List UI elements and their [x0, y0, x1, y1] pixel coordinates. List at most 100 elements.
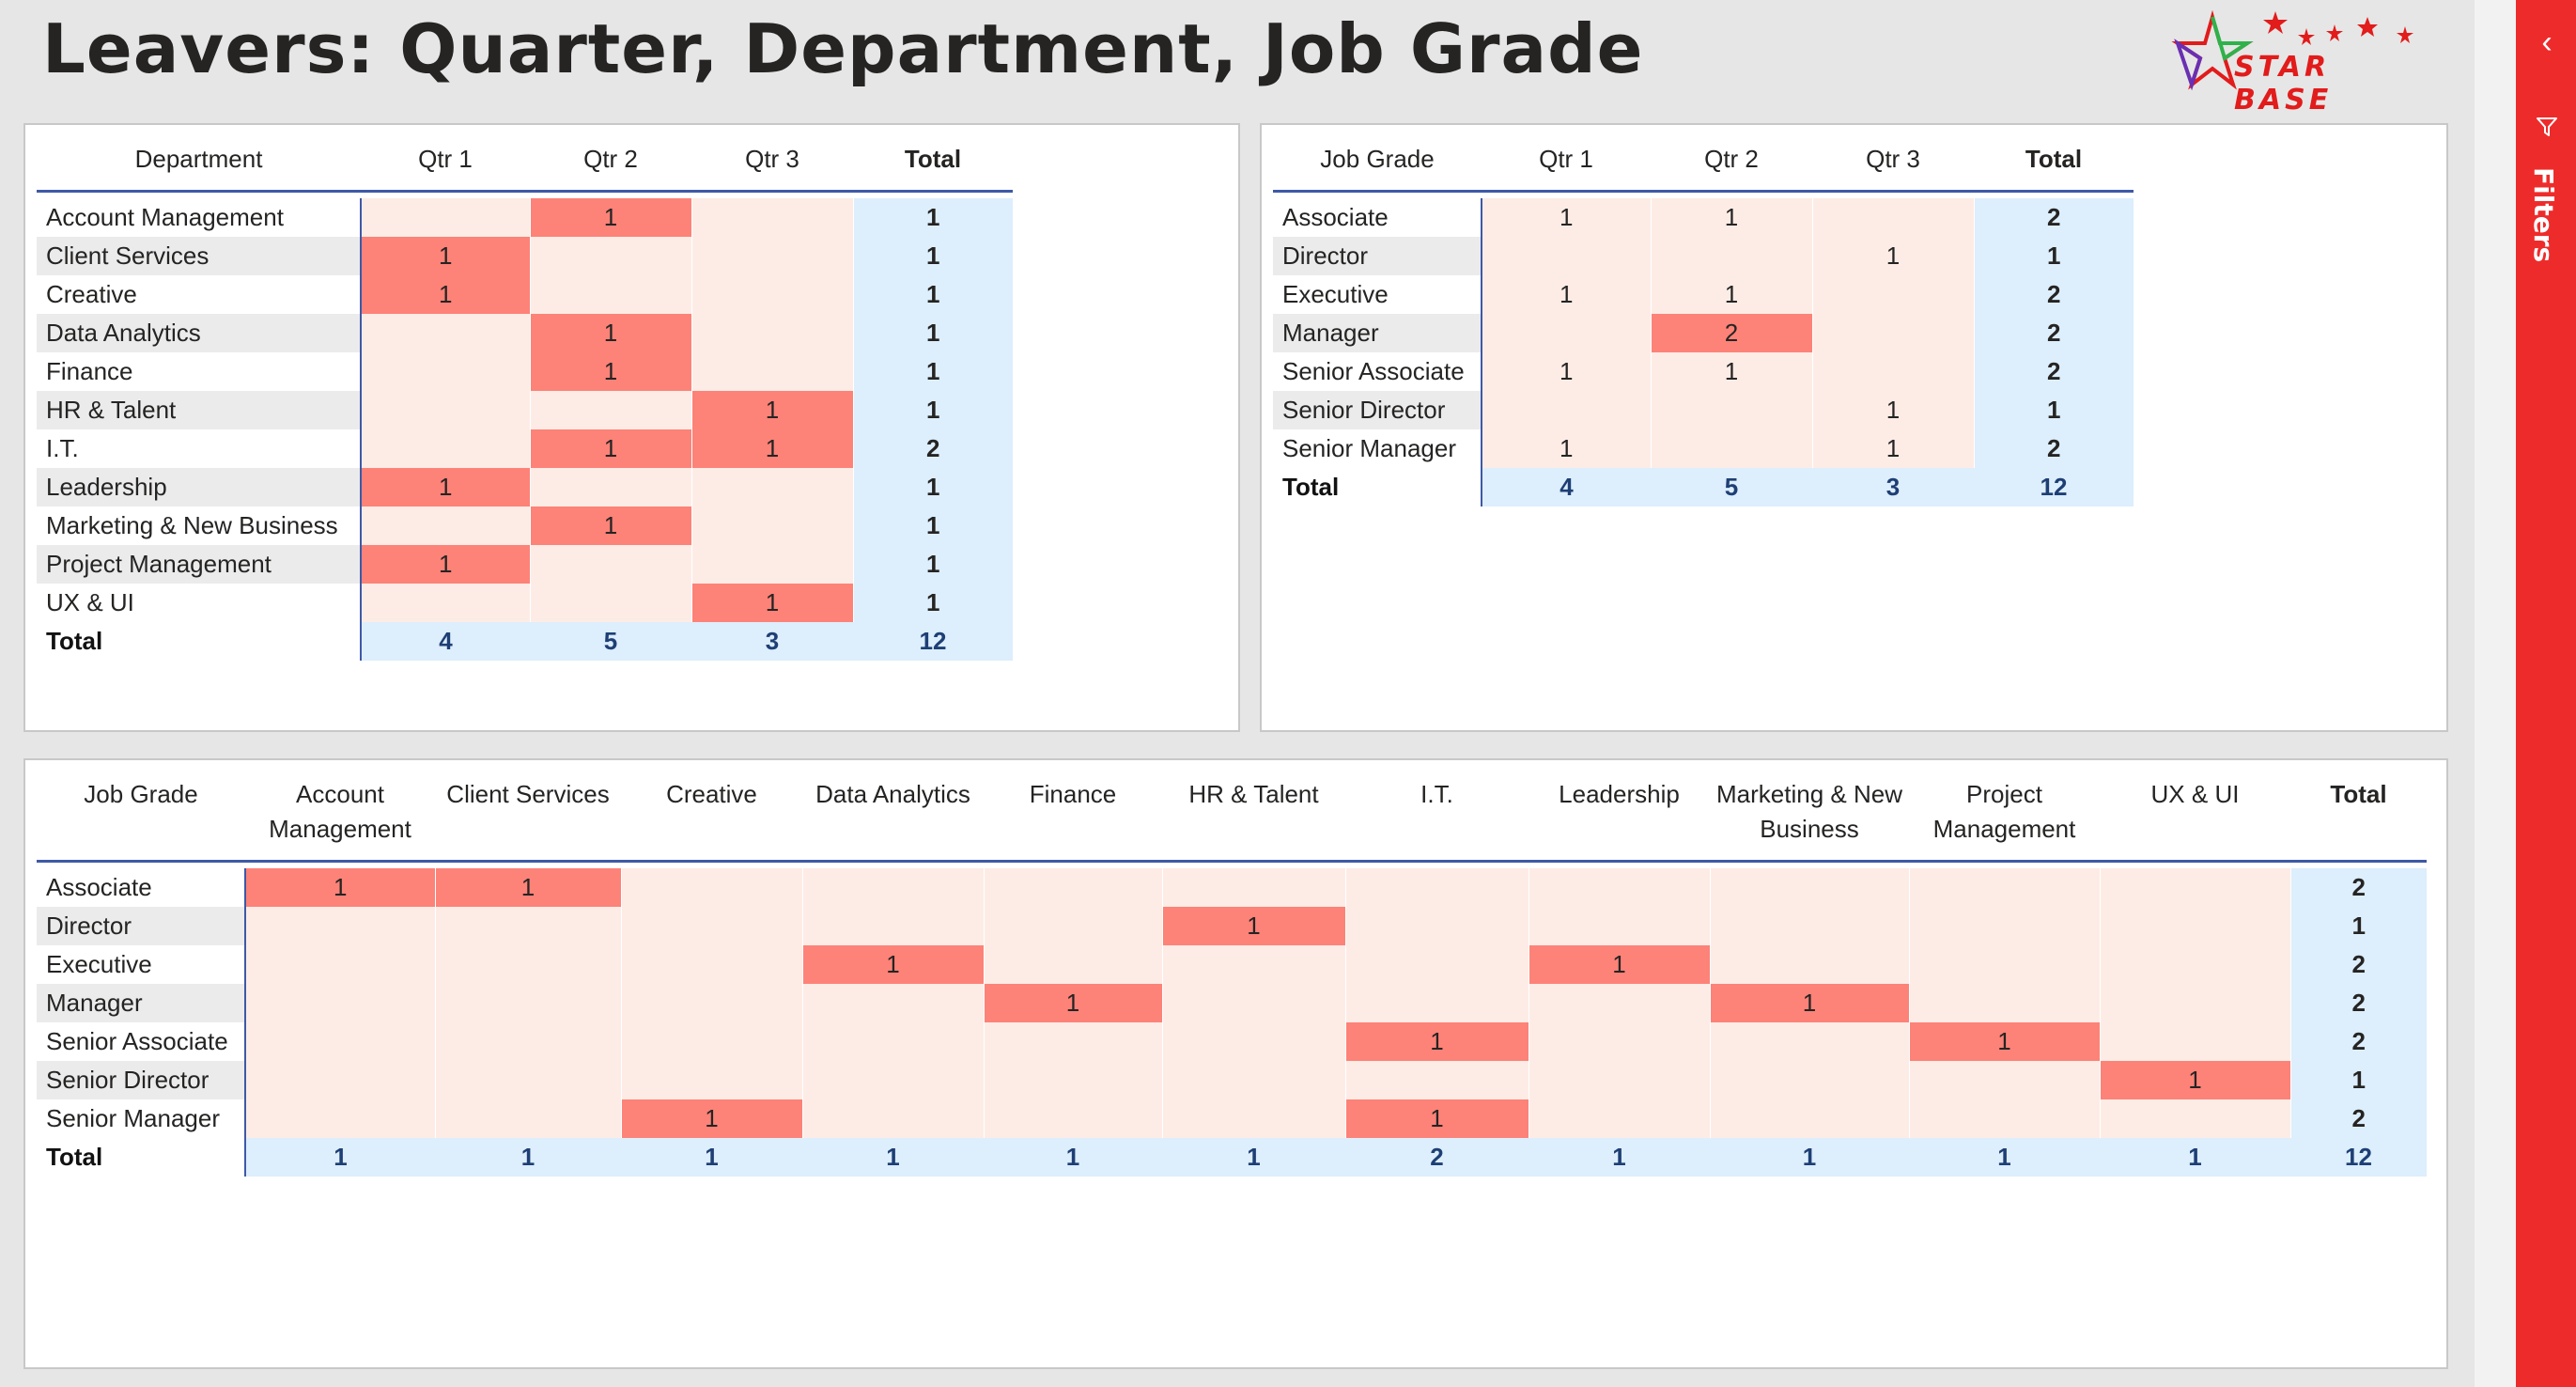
row-label[interactable]: Director	[1273, 237, 1482, 275]
row-header[interactable]: Department	[37, 125, 361, 191]
matrix-cell[interactable]	[1529, 984, 1711, 1022]
row-total[interactable]: 2	[853, 429, 1013, 468]
row-label[interactable]: Client Services	[37, 237, 362, 275]
matrix-row[interactable]: HR & Talent 1 1	[37, 391, 1013, 429]
matrix-cell[interactable]	[984, 945, 1163, 984]
total-row[interactable]: Total 4 5 3 12	[1273, 468, 2134, 506]
matrix-cell[interactable]	[802, 984, 985, 1022]
row-label[interactable]: Associate	[37, 868, 246, 907]
total-row[interactable]: Total 1 1 1 1 1 1 2 1 1 1 1 12	[37, 1138, 2427, 1177]
matrix-cell[interactable]	[1651, 237, 1813, 275]
grand-total[interactable]: 12	[1974, 468, 2134, 506]
matrix-cell[interactable]: 1	[1162, 907, 1346, 945]
matrix-row[interactable]: UX & UI 1 1	[37, 584, 1013, 622]
matrix-cell[interactable]: 1	[802, 945, 985, 984]
matrix-cell[interactable]	[530, 545, 692, 584]
matrix-cell[interactable]	[245, 1022, 436, 1061]
row-total[interactable]: 1	[853, 584, 1013, 622]
matrix-cell[interactable]: 1	[1345, 1022, 1529, 1061]
matrix-cell[interactable]	[621, 1061, 803, 1099]
filters-label[interactable]: Filters	[2528, 167, 2559, 262]
matrix-row[interactable]: Data Analytics 1 1	[37, 314, 1013, 352]
matrix-cell[interactable]	[802, 907, 985, 945]
matrix-row[interactable]: Account Management 1 1	[37, 198, 1013, 237]
row-label[interactable]: Senior Director	[1273, 391, 1482, 429]
matrix-cell[interactable]: 1	[1812, 429, 1975, 468]
row-total[interactable]: 1	[1974, 391, 2134, 429]
row-label[interactable]: UX & UI	[37, 584, 362, 622]
matrix-cell[interactable]: 1	[691, 429, 854, 468]
matrix-cell[interactable]	[435, 1061, 622, 1099]
row-label[interactable]: Senior Manager	[1273, 429, 1482, 468]
matrix-cell[interactable]	[1345, 868, 1529, 907]
matrix-row[interactable]: Manager 1 1 2	[37, 984, 2427, 1022]
matrix-cell[interactable]	[1909, 1061, 2101, 1099]
matrix-row[interactable]: Executive 1 1 2	[1273, 275, 2134, 314]
matrix-cell[interactable]	[1909, 868, 2101, 907]
matrix-cell[interactable]	[1812, 198, 1975, 237]
row-total[interactable]: 2	[2290, 1022, 2427, 1061]
column-total[interactable]: 4	[1482, 468, 1651, 506]
column-total[interactable]: 1	[1529, 1138, 1710, 1177]
row-total[interactable]: 2	[1974, 275, 2134, 314]
matrix-cell[interactable]	[435, 1022, 622, 1061]
matrix-cell[interactable]	[621, 945, 803, 984]
matrix-cell[interactable]: 1	[361, 545, 531, 584]
matrix-cell[interactable]	[691, 237, 854, 275]
total-row[interactable]: Total 4 5 3 12	[37, 622, 1013, 661]
matrix-cell[interactable]	[435, 907, 622, 945]
total-column-header[interactable]: Total	[1974, 125, 2134, 191]
column-total[interactable]: 3	[691, 622, 853, 661]
matrix-cell[interactable]	[245, 984, 436, 1022]
matrix-cell[interactable]: 1	[1482, 429, 1652, 468]
column-total[interactable]: 2	[1345, 1138, 1529, 1177]
matrix-cell[interactable]	[1162, 945, 1346, 984]
matrix-cell[interactable]	[361, 429, 531, 468]
matrix-cell[interactable]	[984, 907, 1163, 945]
matrix-cell[interactable]	[1710, 1022, 1910, 1061]
row-total[interactable]: 2	[1974, 429, 2134, 468]
matrix-cell[interactable]	[1162, 1099, 1346, 1138]
matrix-cell[interactable]: 1	[1812, 391, 1975, 429]
matrix-cell[interactable]: 1	[984, 984, 1163, 1022]
matrix-row[interactable]: Senior Director 1 1	[37, 1061, 2427, 1099]
matrix-cell[interactable]	[361, 352, 531, 391]
column-header[interactable]: Qtr 1	[1482, 125, 1651, 191]
matrix-cell[interactable]: 1	[361, 468, 531, 506]
matrix-cell[interactable]	[1345, 907, 1529, 945]
matrix-cell[interactable]: 1	[361, 237, 531, 275]
row-total[interactable]: 1	[853, 391, 1013, 429]
matrix-cell[interactable]	[1162, 984, 1346, 1022]
column-total[interactable]: 1	[245, 1138, 435, 1177]
row-total[interactable]: 1	[853, 198, 1013, 237]
matrix-row[interactable]: Project Management 1 1	[37, 545, 1013, 584]
row-total[interactable]: 1	[853, 468, 1013, 506]
matrix-cell[interactable]	[361, 198, 531, 237]
matrix-cell[interactable]	[361, 391, 531, 429]
matrix-cell[interactable]: 1	[1651, 352, 1813, 391]
column-header[interactable]: Qtr 1	[361, 125, 530, 191]
matrix-cell[interactable]	[691, 314, 854, 352]
column-total[interactable]: 1	[802, 1138, 984, 1177]
column-total[interactable]: 5	[530, 622, 691, 661]
matrix-cell[interactable]	[1162, 868, 1346, 907]
row-header[interactable]: Job Grade	[37, 760, 245, 861]
matrix-cell[interactable]	[1162, 1061, 1346, 1099]
column-header[interactable]: Data Analytics	[802, 760, 984, 861]
matrix-row[interactable]: Director 1 1	[1273, 237, 2134, 275]
matrix-cell[interactable]	[1651, 429, 1813, 468]
matrix-cell[interactable]: 2	[1651, 314, 1813, 352]
row-label[interactable]: Executive	[1273, 275, 1482, 314]
matrix-cell[interactable]: 1	[361, 275, 531, 314]
matrix-row[interactable]: Senior Director 1 1	[1273, 391, 2134, 429]
matrix-cell[interactable]	[802, 868, 985, 907]
matrix-cell[interactable]	[1529, 907, 1711, 945]
grand-total[interactable]: 12	[2290, 1138, 2427, 1177]
matrix-cell[interactable]	[1909, 945, 2101, 984]
row-total[interactable]: 2	[1974, 352, 2134, 391]
matrix-cell[interactable]	[530, 391, 692, 429]
row-label[interactable]: Project Management	[37, 545, 362, 584]
matrix-cell[interactable]	[1909, 1099, 2101, 1138]
row-label[interactable]: Executive	[37, 945, 246, 984]
matrix-row[interactable]: Client Services 1 1	[37, 237, 1013, 275]
